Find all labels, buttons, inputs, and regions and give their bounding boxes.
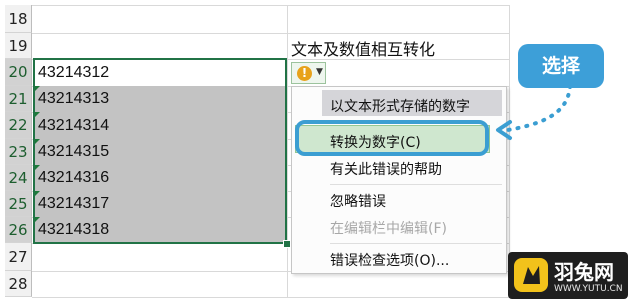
- row-header-20[interactable]: 20: [5, 59, 32, 86]
- row-header-28[interactable]: 28: [5, 271, 32, 297]
- menu-item-help[interactable]: 有关此错误的帮助: [330, 159, 442, 179]
- gridline: [32, 5, 510, 6]
- warning-icon: !: [297, 66, 312, 81]
- row-header-21[interactable]: 21: [5, 86, 32, 112]
- gridline: [32, 297, 510, 298]
- callout-label: 选择: [518, 44, 604, 88]
- logo-text: 羽兔网: [554, 260, 614, 284]
- spreadsheet: 18 19 20 21 22 23 24 25 26 27 28 4321431…: [0, 0, 630, 302]
- cell-value: 43214316: [38, 169, 110, 186]
- row-header-18[interactable]: 18: [5, 5, 32, 33]
- cell-a20[interactable]: 43214312: [34, 60, 286, 86]
- rabbit-logo-icon: [514, 258, 548, 292]
- row-header-24[interactable]: 24: [5, 165, 32, 191]
- error-indicator-icon: [34, 112, 40, 118]
- error-indicator-icon: [34, 139, 40, 145]
- menu-item-ignore-error[interactable]: 忽略错误: [330, 191, 386, 211]
- fill-handle[interactable]: [283, 240, 291, 248]
- menu-separator: [330, 243, 502, 244]
- gridline: [32, 33, 510, 34]
- error-options-button[interactable]: ! ▼: [291, 62, 326, 84]
- row-header-27[interactable]: 27: [5, 243, 32, 271]
- cell-a26[interactable]: 43214318: [34, 217, 286, 243]
- cell-value: 43214314: [38, 117, 110, 134]
- title-cell[interactable]: 文本及数值相互转化: [291, 36, 435, 60]
- cell-a23[interactable]: 43214315: [34, 139, 286, 165]
- cell-value: 43214318: [38, 221, 110, 238]
- logo-url: WWW.YUTU.CN: [554, 284, 623, 294]
- row-header-23[interactable]: 23: [5, 139, 32, 165]
- error-indicator-icon: [34, 86, 40, 92]
- cell-a21[interactable]: 43214313: [34, 86, 286, 112]
- error-options-menu: 以文本形式存储的数字 转换为数字(C) 有关此错误的帮助 忽略错误 在编辑栏中编…: [291, 86, 507, 274]
- row-header-22[interactable]: 22: [5, 112, 32, 139]
- cell-a22[interactable]: 43214314: [34, 112, 286, 139]
- menu-separator: [330, 184, 502, 185]
- logo: 羽兔网 WWW.YUTU.CN: [508, 252, 628, 299]
- row-header-19[interactable]: 19: [5, 33, 32, 59]
- cell-a24[interactable]: 43214316: [34, 165, 286, 191]
- error-indicator-icon: [34, 191, 40, 197]
- menu-header: 以文本形式存储的数字: [330, 99, 470, 115]
- callout-connector: [496, 84, 572, 140]
- cell-value: 43214315: [38, 143, 110, 160]
- cell-a25[interactable]: 43214317: [34, 191, 286, 217]
- cell-value: 43214313: [38, 90, 110, 107]
- highlight-box: [295, 120, 489, 156]
- gridline: [287, 5, 288, 297]
- menu-item-error-checking-options[interactable]: 错误检查选项(O)...: [330, 250, 449, 270]
- row-header-25[interactable]: 25: [5, 191, 32, 217]
- row-header-26[interactable]: 26: [5, 217, 32, 243]
- cell-value: 43214317: [38, 195, 110, 212]
- chevron-down-icon: ▼: [316, 67, 323, 77]
- menu-item-edit-in-formula-bar[interactable]: 在编辑栏中编辑(F): [330, 218, 447, 238]
- error-indicator-icon: [34, 217, 40, 223]
- error-indicator-icon: [34, 165, 40, 171]
